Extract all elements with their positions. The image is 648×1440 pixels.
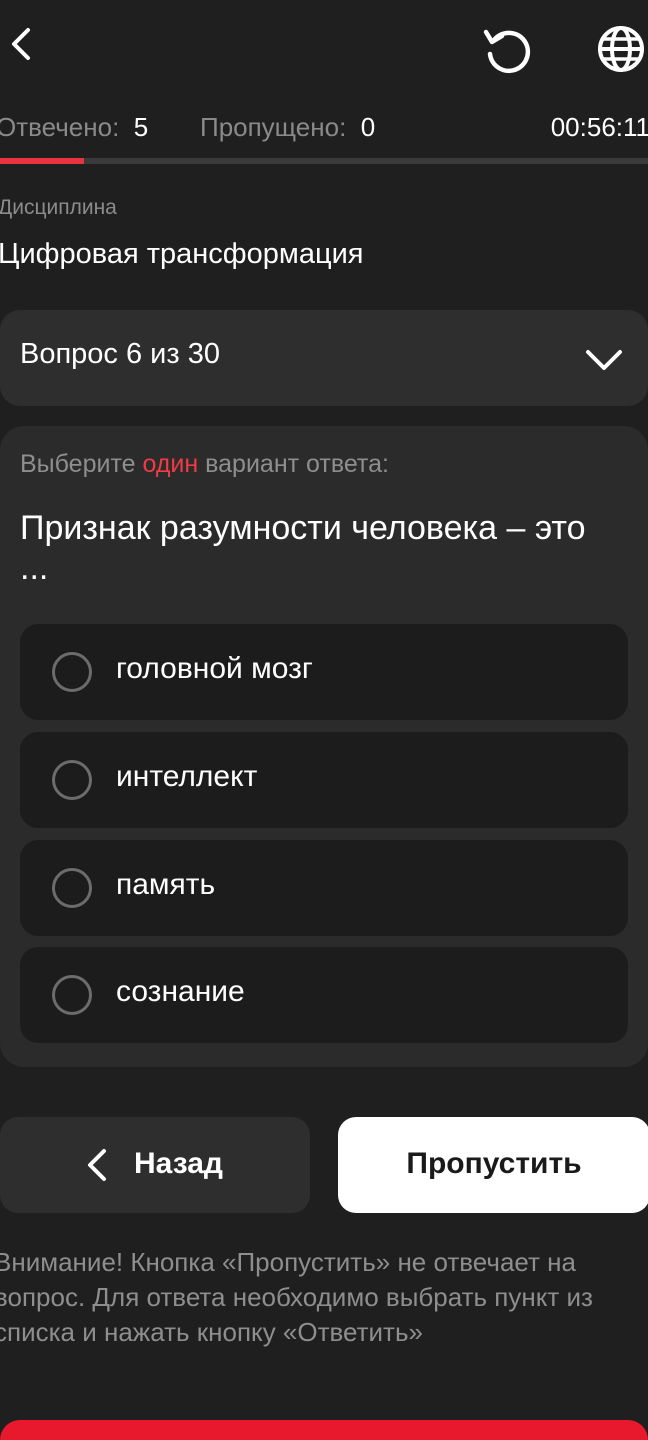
globe-icon[interactable] [594,22,648,76]
skip-button-label: Пропустить [406,1147,582,1180]
skipped-label: Пропущено: [200,112,347,142]
answer-button[interactable] [0,1420,648,1440]
radio-button[interactable] [52,760,92,800]
answer-option[interactable]: интеллект [20,732,628,828]
answer-option-label: головной мозг [116,652,313,685]
skip-notice: Внимание! Кнопка «Пропустить» не отвечае… [0,1247,593,1347]
answered-counter: Отвечено: 5 [0,112,148,143]
skipped-value: 0 [360,112,376,142]
skipped-counter: Пропущено: 0 [200,112,375,143]
answer-option-label: интеллект [116,760,258,793]
question-card: Выберите один вариант ответа: Признак ра… [0,426,648,1067]
hint-prefix: Выберите [20,450,143,478]
progress-bar [0,158,648,164]
answered-label: Отвечено: [0,112,120,142]
answer-option[interactable]: головной мозг [20,624,628,720]
restart-icon[interactable] [480,22,534,76]
radio-button[interactable] [52,975,92,1015]
chevron-left-icon [84,1145,110,1185]
quiz-screen: Отвечено: 5 Пропущено: 0 00:56:11 Дисцип… [0,0,648,1440]
back-button-label: Назад [134,1147,223,1180]
timer: 00:56:11 [550,112,648,142]
progress-bar-fill [0,158,85,164]
chevron-left-icon[interactable] [2,22,42,66]
progress-stats: Отвечено: 5 Пропущено: 0 00:56:11 [0,108,648,148]
answer-option-label: память [116,868,216,901]
question-selector[interactable]: Вопрос 6 из 30 [0,310,648,406]
answer-option[interactable]: память [20,840,628,936]
answer-option[interactable]: сознание [20,947,628,1043]
radio-button[interactable] [52,868,92,908]
skip-button[interactable]: Пропустить [338,1117,648,1213]
discipline-name: Цифровая трансформация [0,238,364,270]
hint-suffix: вариант ответа: [198,450,389,478]
chevron-down-icon [584,340,624,380]
answer-option-label: сознание [116,975,245,1008]
hint-accent: один [142,450,199,478]
answer-hint: Выберите один вариант ответа: [20,450,389,479]
question-text: Признак разумности человека – это ... [20,509,586,587]
radio-button[interactable] [52,652,92,692]
answered-value: 5 [133,112,149,142]
question-selector-label: Вопрос 6 из 30 [20,338,220,370]
discipline-label: Дисциплина [0,196,117,219]
back-button[interactable]: Назад [0,1117,310,1213]
top-bar [0,0,648,96]
